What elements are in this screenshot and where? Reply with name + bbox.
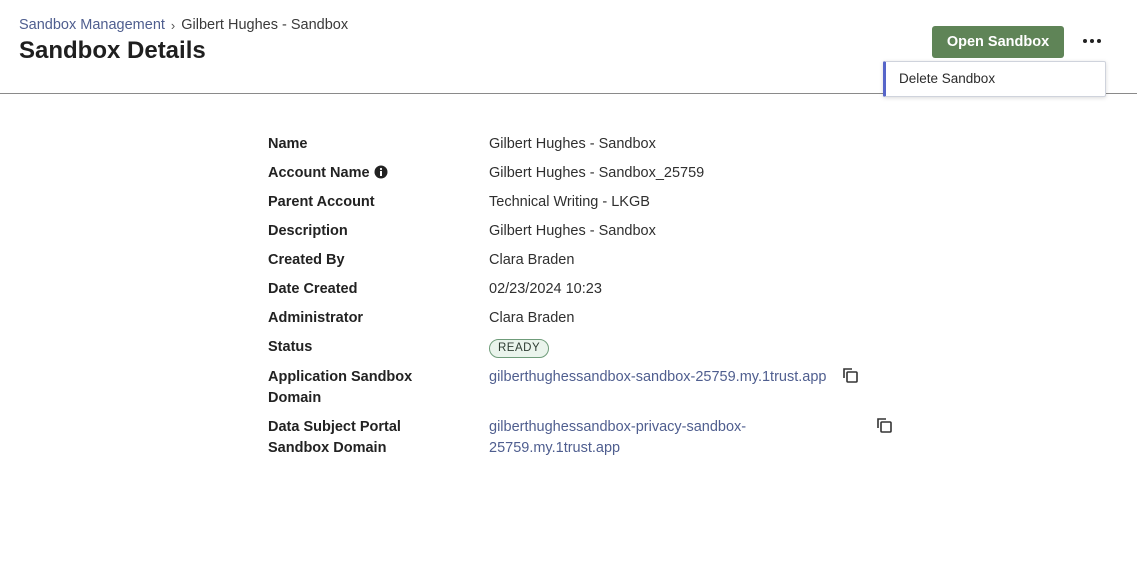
description-value: Gilbert Hughes - Sandbox: [489, 223, 656, 239]
chevron-right-icon: ›: [170, 17, 176, 33]
application-domain-label: Application Sandbox Domain: [268, 369, 413, 406]
copy-icon[interactable]: [875, 416, 893, 434]
more-options-icon[interactable]: [1077, 30, 1107, 52]
breadcrumb: Sandbox Management › Gilbert Hughes - Sa…: [19, 17, 348, 33]
actions-dropdown-menu: Delete Sandbox: [883, 61, 1106, 97]
breadcrumb-current: Gilbert Hughes - Sandbox: [181, 17, 349, 33]
application-domain-link[interactable]: gilberthughessandbox-sandbox-25759.my.1t…: [489, 367, 826, 388]
name-value: Gilbert Hughes - Sandbox: [489, 136, 656, 152]
administrator-label: Administrator: [268, 310, 364, 326]
parent-account-label: Parent Account: [268, 194, 375, 210]
breadcrumb-sandbox-management[interactable]: Sandbox Management: [19, 17, 165, 33]
account-name-value: Gilbert Hughes - Sandbox_25759: [489, 165, 705, 181]
delete-sandbox-menu-item[interactable]: Delete Sandbox: [899, 71, 995, 86]
parent-account-value: Technical Writing - LKGB: [489, 194, 650, 210]
administrator-value: Clara Braden: [489, 310, 575, 326]
created-by-label: Created By: [268, 252, 345, 268]
data-subject-portal-domain-label: Data Subject Portal Sandbox Domain: [268, 419, 401, 456]
copy-icon[interactable]: [841, 366, 859, 384]
page-title: Sandbox Details: [19, 37, 206, 64]
account-name-label: Account Name: [268, 163, 468, 184]
status-badge: READY: [489, 339, 550, 358]
open-sandbox-button[interactable]: Open Sandbox: [932, 26, 1064, 58]
info-icon[interactable]: [374, 165, 388, 179]
status-value: READY: [489, 337, 550, 358]
data-subject-portal-domain-link[interactable]: gilberthughessandbox-privacy-sandbox- 257…: [489, 417, 746, 459]
status-label: Status: [268, 339, 313, 355]
date-created-label: Date Created: [268, 281, 358, 297]
created-by-value: Clara Braden: [489, 252, 575, 268]
description-label: Description: [268, 223, 348, 239]
date-created-value: 02/23/2024 10:23: [489, 281, 602, 297]
name-label: Name: [268, 136, 308, 152]
